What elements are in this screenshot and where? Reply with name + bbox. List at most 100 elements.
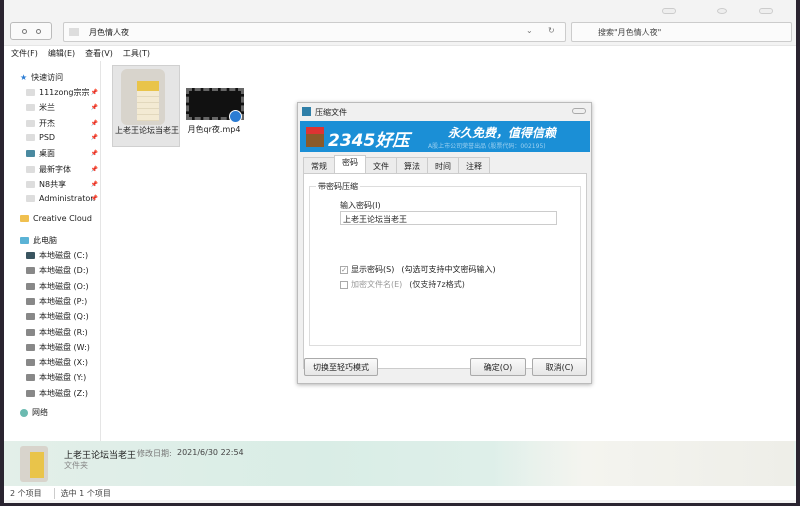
address-bar[interactable]: 月色情人夜 ⌄ ↻	[63, 22, 566, 42]
label: 此电脑	[33, 236, 57, 245]
tab-time[interactable]: 时间	[427, 157, 459, 174]
tab-files[interactable]: 文件	[365, 157, 397, 174]
pin-icon: 📌	[90, 119, 98, 127]
menu-file[interactable]: 文件(F)	[11, 48, 38, 59]
close-button[interactable]	[759, 8, 773, 14]
label: 本地磁盘 (O:)	[39, 281, 89, 291]
label: 111zong宗宗	[39, 88, 90, 97]
drive-icon	[26, 297, 35, 305]
sidebar-item[interactable]: 米兰 📌	[26, 102, 100, 113]
tab-general[interactable]: 常规	[303, 157, 335, 174]
drive-icon	[26, 328, 35, 336]
menu-tools[interactable]: 工具(T)	[123, 48, 150, 59]
sidebar-creative-cloud[interactable]: Creative Cloud Fil	[20, 214, 94, 223]
label: 本地磁盘 (Q:)	[39, 312, 89, 322]
sidebar-item[interactable]: 111zong宗宗 📌	[26, 87, 100, 98]
label: 桌面	[39, 149, 55, 159]
pin-icon: 📌	[90, 104, 98, 112]
drive-icon	[26, 313, 35, 321]
file-item-folder[interactable]: 上老王论坛当老王	[112, 65, 180, 147]
star-icon: ★	[20, 73, 28, 82]
refresh-icon[interactable]: ↻	[548, 26, 555, 35]
cancel-button[interactable]: 取消(C)	[532, 358, 587, 376]
sidebar-drive[interactable]: 本地磁盘 (O:)	[26, 281, 100, 292]
label: PSD	[39, 132, 56, 142]
drive-icon	[26, 389, 35, 397]
drive-icon	[26, 343, 35, 351]
label: 米兰	[39, 103, 55, 113]
password-value: 上老王论坛当老王	[343, 215, 407, 224]
search-input[interactable]: 搜索"月色情人夜"	[571, 22, 792, 42]
sidebar-this-pc[interactable]: 此电脑	[20, 235, 94, 246]
navigation-pane: ★ 快速访问 111zong宗宗 📌 米兰 📌 开杰 📌 PSD 📌 桌面 📌 最新字体 📌 N8共享 📌 A…	[4, 61, 101, 441]
drive-icon	[26, 359, 35, 367]
sidebar-drive[interactable]: 本地磁盘 (Z:)	[26, 388, 100, 399]
sidebar-drive[interactable]: 本地磁盘 (P:)	[26, 296, 100, 307]
forward-icon[interactable]	[35, 28, 41, 34]
label: 加密文件名(E)	[351, 280, 403, 289]
folder-icon	[26, 165, 35, 173]
pin-icon: 📌	[90, 180, 98, 188]
label: 网络	[32, 408, 48, 417]
folder-icon	[26, 104, 35, 112]
menu-edit[interactable]: 编辑(E)	[48, 48, 75, 59]
close-button[interactable]	[572, 108, 586, 114]
label: 显示密码(S)	[351, 265, 395, 274]
label: 最新字体	[39, 164, 71, 174]
sidebar-drive[interactable]: 本地磁盘 (Y:)	[26, 372, 100, 383]
creative-cloud-icon	[20, 215, 29, 222]
tab-algorithm[interactable]: 算法	[396, 157, 428, 174]
file-item-video[interactable]: 月色qr夜.mp4	[183, 87, 245, 147]
decorative-background-art	[494, 441, 794, 486]
sidebar-item[interactable]: PSD 📌	[26, 133, 100, 142]
sidebar-item[interactable]: Administrator. 📌	[26, 194, 100, 203]
minimize-button[interactable]	[662, 8, 676, 14]
sidebar-drive[interactable]: 本地磁盘 (X:)	[26, 357, 100, 368]
tab-password[interactable]: 密码	[334, 155, 366, 174]
sidebar-item[interactable]: 桌面 📌	[26, 148, 100, 159]
modified-label: 修改日期:	[137, 449, 172, 458]
sidebar-drive[interactable]: 本地磁盘 (W:)	[26, 342, 100, 353]
banner-logo-text: 2345好压	[328, 131, 410, 151]
sidebar-quick-access[interactable]: ★ 快速访问	[20, 72, 94, 83]
label: 本地磁盘 (P:)	[39, 296, 88, 306]
brand-banner: 2345好压 永久免费，值得信赖 A股上市公司荣誉出品 (股票代码：002195…	[300, 121, 590, 152]
sidebar-drive[interactable]: 本地磁盘 (C:)	[26, 250, 100, 261]
pin-icon: 📌	[90, 133, 98, 141]
sidebar-drive[interactable]: 本地磁盘 (D:)	[26, 265, 100, 276]
sidebar-network[interactable]: 网络	[20, 407, 94, 418]
password-input[interactable]: 上老王论坛当老王	[340, 211, 557, 225]
folder-icon	[26, 133, 35, 141]
label: N8共享	[39, 179, 67, 189]
menu-view[interactable]: 查看(V)	[85, 48, 113, 59]
dialog-title: 压缩文件	[315, 108, 347, 117]
sidebar-drive[interactable]: 本地磁盘 (R:)	[26, 327, 100, 338]
sidebar-drive[interactable]: 本地磁盘 (Q:)	[26, 311, 100, 322]
drive-icon	[26, 282, 35, 290]
ok-button[interactable]: 确定(O)	[470, 358, 526, 376]
tab-comment[interactable]: 注释	[458, 157, 490, 174]
item-count: 2 个项目	[10, 488, 42, 498]
network-icon	[20, 408, 28, 417]
app-icon	[302, 107, 311, 116]
file-name: 月色qr夜.mp4	[187, 125, 241, 134]
status-bar: 2 个项目 选中 1 个项目	[4, 486, 796, 500]
pin-icon: 📌	[90, 165, 98, 173]
folder-icon	[26, 195, 35, 203]
sidebar-item[interactable]: N8共享 📌	[26, 179, 100, 190]
folder-icon	[121, 69, 165, 125]
sidebar-item[interactable]: 开杰 📌	[26, 118, 100, 129]
show-password-checkbox[interactable]: ✓ 显示密码(S) (勾选可支持中文密码输入)	[340, 264, 496, 275]
password-panel: 带密码压缩 输入密码(I) 上老王论坛当老王 ✓ 显示密码(S) (勾选可支持中文密…	[303, 173, 587, 369]
chevron-down-icon[interactable]: ⌄	[526, 26, 533, 35]
back-icon[interactable]	[21, 28, 27, 34]
player-badge-icon	[229, 110, 242, 123]
details-type: 文件夹	[64, 461, 88, 470]
back-forward-buttons[interactable]	[10, 22, 52, 40]
folder-icon	[69, 28, 79, 36]
maximize-button[interactable]	[717, 8, 727, 14]
drive-icon	[26, 267, 35, 275]
encrypt-filenames-checkbox[interactable]: 加密文件名(E) (仅支持7z格式)	[340, 279, 465, 290]
sidebar-item[interactable]: 最新字体 📌	[26, 164, 100, 175]
switch-mode-button[interactable]: 切换至轻巧模式	[304, 358, 378, 376]
